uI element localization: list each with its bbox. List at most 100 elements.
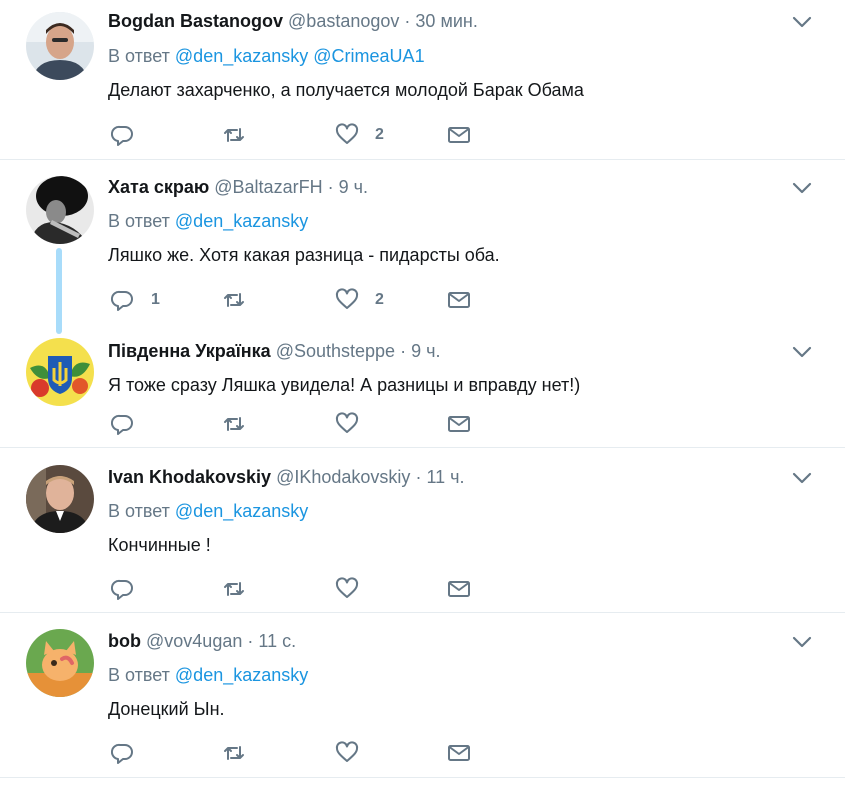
like-button[interactable]: 2 — [335, 287, 384, 313]
reply-context: В ответ @den_kazansky — [108, 209, 308, 233]
separator-dot: · — [404, 11, 411, 31]
chevron-down-icon[interactable] — [791, 341, 813, 363]
reply-button[interactable] — [111, 576, 151, 602]
tweet-text: Донецкий Ын. — [108, 699, 225, 719]
heart-icon — [335, 577, 359, 598]
reply-button[interactable] — [111, 740, 151, 766]
author-handle[interactable]: @Southsteppe — [276, 341, 395, 361]
like-count: 2 — [375, 126, 384, 143]
mention-link[interactable]: @den_kazansky — [175, 501, 308, 521]
tweet-header: bob @vov4ugan · 11 с. — [108, 629, 815, 653]
tweet[interactable]: bob @vov4ugan · 11 с. В ответ @den_kazan… — [0, 613, 845, 778]
chevron-down-icon[interactable] — [791, 11, 813, 33]
like-button[interactable] — [335, 411, 375, 437]
timestamp[interactable]: 11 с. — [258, 631, 296, 651]
author-handle[interactable]: @vov4ugan — [146, 631, 242, 651]
reply-context: В ответ @den_kazansky @CrimeaUA1 — [108, 44, 425, 68]
avatar[interactable] — [26, 176, 94, 244]
tweet[interactable]: Ivan Khodakovskiy @IKhodakovskiy · 11 ч.… — [0, 448, 845, 613]
replies-timeline: Bogdan Bastanogov @bastanogov · 30 мин. … — [0, 0, 845, 778]
tweet-text: Делают захарченко, а получается молодой … — [108, 80, 584, 100]
author-name[interactable]: Bogdan Bastanogov — [108, 11, 283, 31]
envelope-icon — [448, 581, 470, 597]
direct-message-button[interactable] — [447, 411, 471, 437]
heart-icon — [335, 288, 359, 309]
heart-icon — [335, 412, 359, 433]
mention-link[interactable]: @CrimeaUA1 — [313, 46, 424, 66]
reply-icon — [111, 743, 133, 764]
chevron-down-icon[interactable] — [791, 467, 813, 489]
thread-connector — [56, 248, 62, 334]
like-button[interactable]: 2 — [335, 122, 384, 148]
separator-dot: · — [327, 177, 334, 197]
retweet-button[interactable] — [222, 740, 262, 766]
reply-icon — [111, 125, 133, 146]
author-name[interactable]: bob — [108, 631, 141, 651]
reply-button[interactable] — [111, 411, 151, 437]
timestamp[interactable]: 9 ч. — [339, 177, 368, 197]
reply-icon — [111, 579, 133, 600]
chevron-down-icon[interactable] — [791, 177, 813, 199]
separator-dot: · — [415, 467, 422, 487]
author-name[interactable]: Ivan Khodakovskiy — [108, 467, 271, 487]
reply-button[interactable] — [111, 122, 151, 148]
separator-dot: · — [247, 631, 254, 651]
avatar[interactable] — [26, 465, 94, 533]
author-handle[interactable]: @BaltazarFH — [214, 177, 322, 197]
timestamp[interactable]: 9 ч. — [411, 341, 440, 361]
retweet-icon — [224, 293, 244, 307]
reply-button[interactable]: 1 — [111, 287, 160, 313]
avatar[interactable] — [26, 338, 94, 406]
tweet-header: Ivan Khodakovskiy @IKhodakovskiy · 11 ч. — [108, 465, 815, 489]
like-button[interactable] — [335, 576, 375, 602]
like-count: 2 — [375, 291, 384, 308]
mention-link[interactable]: @den_kazansky — [175, 211, 308, 231]
tweet[interactable]: Bogdan Bastanogov @bastanogov · 30 мин. … — [0, 0, 845, 160]
mention-link[interactable]: @den_kazansky — [175, 46, 308, 66]
retweet-button[interactable] — [222, 122, 262, 148]
direct-message-button[interactable] — [447, 576, 471, 602]
envelope-icon — [448, 416, 470, 432]
timestamp[interactable]: 11 ч. — [426, 467, 464, 487]
envelope-icon — [448, 127, 470, 143]
retweet-icon — [224, 128, 244, 142]
reply-prefix: В ответ — [108, 46, 170, 66]
reply-icon — [111, 414, 133, 435]
author-handle[interactable]: @bastanogov — [288, 11, 399, 31]
tweet-text: Кончинные ! — [108, 535, 211, 555]
avatar[interactable] — [26, 629, 94, 697]
mention-link[interactable]: @den_kazansky — [175, 665, 308, 685]
reply-prefix: В ответ — [108, 501, 170, 521]
avatar[interactable] — [26, 12, 94, 80]
timestamp[interactable]: 30 мин. — [415, 11, 477, 31]
reply-icon — [111, 290, 133, 311]
tweet-text: Ляшко же. Хотя какая разница - пидарсты … — [108, 245, 500, 265]
retweet-button[interactable] — [222, 287, 262, 313]
retweet-button[interactable] — [222, 411, 262, 437]
direct-message-button[interactable] — [447, 122, 471, 148]
reply-prefix: В ответ — [108, 665, 170, 685]
conversation-thread: Хата скраю @BaltazarFH · 9 ч. В ответ @d… — [0, 160, 845, 448]
heart-icon — [335, 123, 359, 144]
envelope-icon — [448, 745, 470, 761]
retweet-button[interactable] — [222, 576, 262, 602]
reply-prefix: В ответ — [108, 211, 170, 231]
tweet-text: Я тоже сразу Ляшка увидела! А разницы и … — [108, 375, 581, 395]
chevron-down-icon[interactable] — [791, 631, 813, 653]
direct-message-button[interactable] — [447, 740, 471, 766]
reply-count: 1 — [151, 291, 160, 308]
like-button[interactable] — [335, 740, 375, 766]
author-name[interactable]: Хата скраю — [108, 177, 209, 197]
reply-context: В ответ @den_kazansky — [108, 663, 308, 687]
retweet-icon — [224, 582, 244, 596]
author-handle[interactable]: @IKhodakovskiy — [276, 467, 410, 487]
tweet-header: Південна Українка @Southsteppe · 9 ч. — [108, 339, 815, 363]
author-name[interactable]: Південна Українка — [108, 341, 271, 361]
direct-message-button[interactable] — [447, 287, 471, 313]
envelope-icon — [448, 292, 470, 308]
tweet-header: Хата скраю @BaltazarFH · 9 ч. — [108, 175, 815, 199]
retweet-icon — [224, 746, 244, 760]
reply-context: В ответ @den_kazansky — [108, 499, 308, 523]
heart-icon — [335, 741, 359, 762]
retweet-icon — [224, 417, 244, 431]
